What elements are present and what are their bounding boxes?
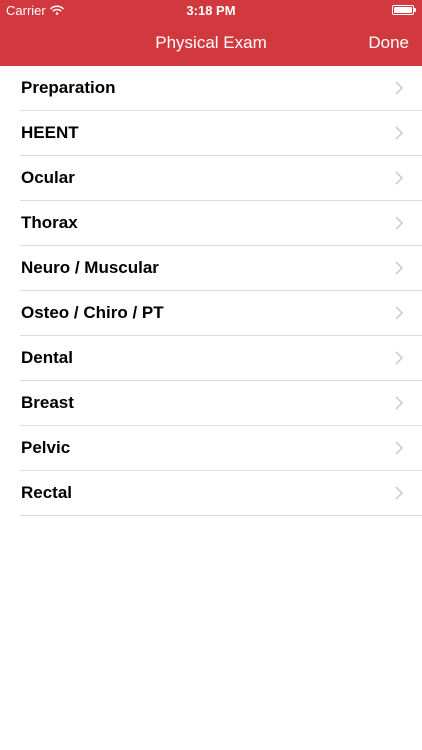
- chevron-right-icon: [395, 261, 403, 275]
- battery-icon: [392, 5, 416, 15]
- chevron-right-icon: [395, 396, 403, 410]
- list-item-dental[interactable]: Dental: [0, 336, 422, 381]
- list-item-label: Thorax: [21, 213, 78, 232]
- chevron-right-icon: [395, 126, 403, 140]
- list-item-label: Ocular: [21, 168, 75, 187]
- list-item-thorax[interactable]: Thorax: [0, 201, 422, 246]
- done-button[interactable]: Done: [368, 33, 409, 53]
- chevron-right-icon: [395, 351, 403, 365]
- navigation-header: Carrier 3:18 PM Physical Exam Done: [0, 0, 422, 66]
- list-item-label: Dental: [21, 348, 73, 367]
- list-item-breast[interactable]: Breast: [0, 381, 422, 426]
- list-item-pelvic[interactable]: Pelvic: [0, 426, 422, 471]
- list-item-label: Pelvic: [21, 438, 71, 457]
- list-item-label: Rectal: [21, 483, 73, 502]
- exam-section-list: Preparation HEENT Ocular Thorax Neuro / …: [0, 66, 422, 516]
- chevron-right-icon: [395, 81, 403, 95]
- list-item-heent[interactable]: HEENT: [0, 111, 422, 156]
- list-item-ocular[interactable]: Ocular: [0, 156, 422, 201]
- page-title: Physical Exam: [155, 33, 267, 52]
- chevron-right-icon: [395, 441, 403, 455]
- list-item-neuro-muscular[interactable]: Neuro / Muscular: [0, 246, 422, 291]
- list-item-label: Osteo / Chiro / PT: [21, 303, 164, 322]
- list-item-osteo-chiro-pt[interactable]: Osteo / Chiro / PT: [0, 291, 422, 336]
- chevron-right-icon: [395, 171, 403, 185]
- list-item-label: HEENT: [21, 123, 79, 142]
- list-item-label: Preparation: [21, 78, 116, 97]
- status-bar: Carrier 3:18 PM: [0, 0, 422, 22]
- chevron-right-icon: [395, 486, 403, 500]
- status-time: 3:18 PM: [186, 3, 236, 18]
- list-item-preparation[interactable]: Preparation: [0, 66, 422, 111]
- chevron-right-icon: [395, 216, 403, 230]
- list-item-label: Neuro / Muscular: [21, 258, 159, 277]
- chevron-right-icon: [395, 306, 403, 320]
- list-item-rectal[interactable]: Rectal: [0, 471, 422, 516]
- list-item-label: Breast: [21, 393, 74, 412]
